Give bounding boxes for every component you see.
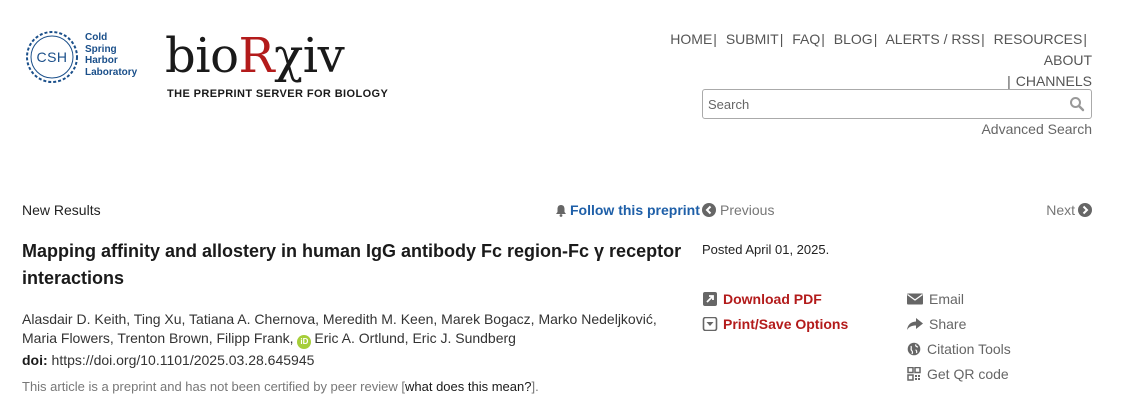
csh-logo[interactable]: CSH Cold Spring Harbor Laboratory <box>24 29 144 85</box>
external-link-icon <box>703 292 717 306</box>
csh-name: Cold Spring Harbor Laboratory <box>85 32 137 78</box>
print-save-label: Print/Save Options <box>723 316 849 332</box>
authors-line-2b: Eric A. Ortlund, Eric J. Sundberg <box>314 330 516 346</box>
nav-resources[interactable]: RESOURCES <box>994 31 1083 47</box>
next-link[interactable]: Next <box>1046 202 1092 218</box>
search-icon[interactable] <box>1069 96 1085 112</box>
arrow-right-circle-icon <box>1078 203 1092 217</box>
what-does-this-mean-link[interactable]: what does this mean? <box>405 379 531 394</box>
next-label: Next <box>1046 202 1075 218</box>
csh-name-line: Cold <box>85 32 108 43</box>
share-label: Share <box>929 316 967 332</box>
arrow-left-circle-icon <box>702 203 716 217</box>
nav-faq[interactable]: FAQ <box>792 31 820 47</box>
disclaimer-bracket: ]. <box>531 379 539 394</box>
doi-label: doi: <box>22 352 48 368</box>
biorxiv-tagline: THE PREPRINT SERVER FOR BIOLOGY <box>167 88 389 100</box>
download-pdf-label: Download PDF <box>723 291 822 307</box>
nav-home[interactable]: HOME <box>670 31 712 47</box>
article-title: Mapping affinity and allostery in human … <box>22 241 682 288</box>
share-link[interactable]: Share <box>906 316 966 332</box>
biorxiv-wordmark: bioRχiv <box>165 28 345 84</box>
email-label: Email <box>929 291 965 307</box>
csh-name-line: Laboratory <box>85 66 138 78</box>
csh-ring-text: CSH <box>36 49 68 65</box>
share-arrow-icon <box>907 318 923 330</box>
advanced-search-link[interactable]: Advanced Search <box>981 121 1092 137</box>
download-pdf-link[interactable]: Download PDF <box>702 291 822 307</box>
nav-channels[interactable]: CHANNELS <box>1016 73 1092 89</box>
csh-name-line: Harbor <box>85 55 118 66</box>
search-input[interactable] <box>703 90 1063 118</box>
previous-link[interactable]: Previous <box>702 202 774 218</box>
authors-line-2a: Maria Flowers, Trenton Brown, Filipp Fra… <box>22 330 294 346</box>
caret-square-down-icon <box>702 317 718 331</box>
posted-date: Posted April 01, 2025. <box>702 242 830 257</box>
follow-preprint-link[interactable]: Follow this preprint <box>555 202 700 218</box>
follow-preprint-label: Follow this preprint <box>570 202 700 218</box>
article-type-label: New Results <box>22 202 101 218</box>
peer-review-disclaimer: This article is a preprint and has not b… <box>22 379 539 394</box>
search-box <box>702 89 1092 119</box>
orcid-icon[interactable]: iD <box>297 335 312 349</box>
citation-tools-link[interactable]: Citation Tools <box>906 341 1011 357</box>
authors-line-1: Alasdair D. Keith, Ting Xu, Tatiana A. C… <box>22 311 657 327</box>
bell-icon <box>556 205 566 217</box>
print-save-options-link[interactable]: Print/Save Options <box>702 316 848 332</box>
get-qr-code-label: Get QR code <box>927 366 1009 382</box>
biorxiv-logo[interactable]: bioRχiv THE PREPRINT SERVER FOR BIOLOGY <box>165 30 388 100</box>
nav-blog[interactable]: BLOG <box>834 31 873 47</box>
nav-about[interactable]: ABOUT <box>1044 52 1092 68</box>
get-qr-code-link[interactable]: Get QR code <box>906 366 1009 382</box>
nav-submit[interactable]: SUBMIT <box>726 31 779 47</box>
top-navigation: HOME| SUBMIT| FAQ| BLOG| ALERTS / RSS| R… <box>670 31 1092 89</box>
disclaimer-text: This article is a preprint and has not b… <box>22 379 398 394</box>
nav-alerts-rss[interactable]: ALERTS / RSS <box>885 31 980 47</box>
envelope-icon <box>907 293 923 305</box>
doi-line: doi: https://doi.org/10.1101/2025.03.28.… <box>22 352 314 368</box>
csh-name-line: Spring <box>85 43 117 55</box>
author-list: Alasdair D. Keith, Ting Xu, Tatiana A. C… <box>22 310 694 349</box>
doi-link[interactable]: https://doi.org/10.1101/2025.03.28.64594… <box>52 352 315 368</box>
email-link[interactable]: Email <box>906 291 964 307</box>
qr-code-icon <box>907 367 921 381</box>
globe-icon <box>907 342 921 356</box>
citation-tools-label: Citation Tools <box>927 341 1011 357</box>
previous-label: Previous <box>720 202 775 218</box>
